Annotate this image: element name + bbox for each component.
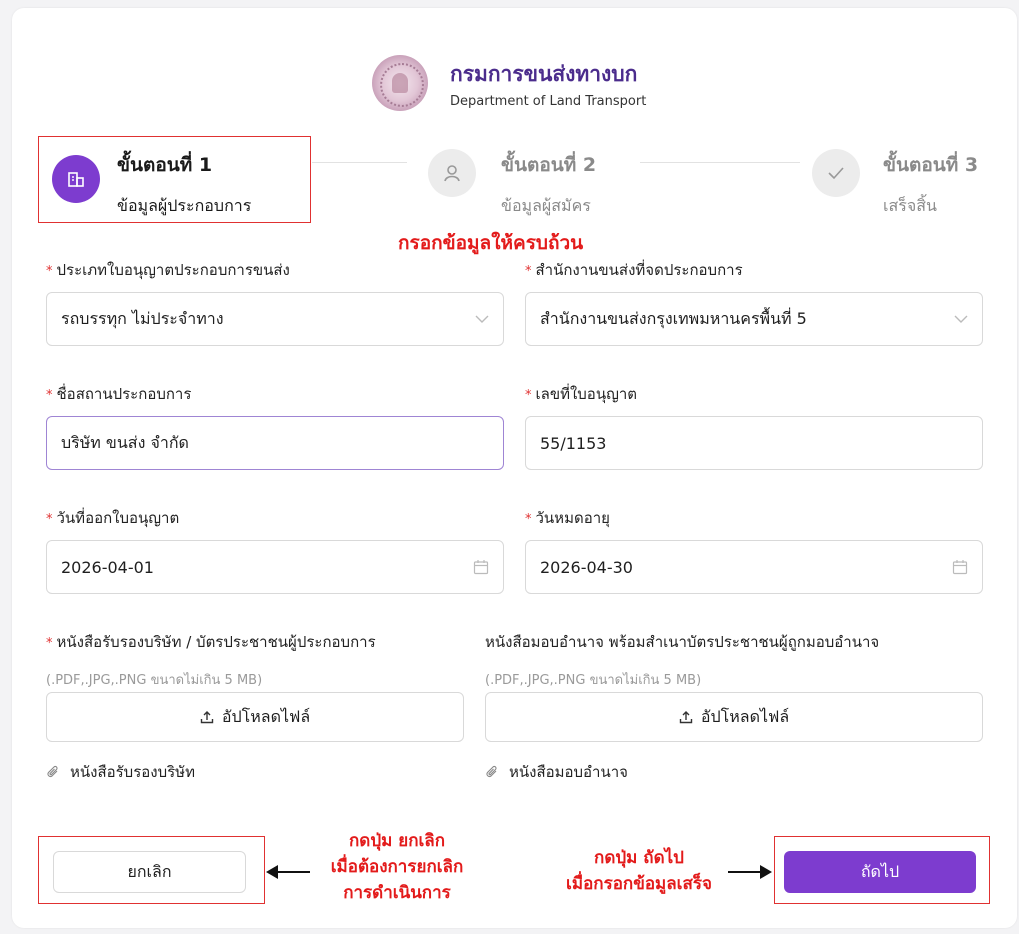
step-2-subtitle: ข้อมูลผู้สมัคร [501, 196, 591, 215]
cancel-annotation: กดปุ่ม ยกเลิก เมื่อต้องการยกเลิก การดำเน… [312, 828, 482, 906]
license-type-select[interactable]: รถบรรทุก ไม่ประจำทาง [46, 292, 504, 346]
office-value: สำนักงานขนส่งกรุงเทพมหานครพื้นที่ 5 [540, 308, 807, 328]
license-type-value: รถบรรทุก ไม่ประจำทาง [61, 308, 224, 328]
step-1-title: ขั้นตอนที่ 1 [117, 154, 213, 176]
doc-power-filename: หนังสือมอบอำนาจ [509, 763, 628, 781]
building-icon [52, 155, 100, 203]
calendar-icon [952, 560, 968, 575]
doc-company-label: * หนังสือรับรองบริษัท / บัตรประชาชนผู้ประ… [46, 633, 376, 651]
business-name-label: * ชื่อสถานประกอบการ [46, 385, 192, 403]
expiry-date-label: * วันหมดอายุ [525, 509, 610, 527]
business-name-value: บริษัท ขนส่ง จำกัด [61, 432, 189, 452]
cancel-annotation-line-1: กดปุ่ม ยกเลิก [348, 831, 446, 851]
paperclip-icon [486, 765, 497, 778]
calendar-icon [473, 560, 489, 575]
cancel-annotation-line-3: การดำเนินการ [343, 883, 451, 903]
dlt-seal-logo [372, 55, 428, 111]
paperclip-icon [47, 765, 58, 778]
cancel-annotation-line-2: เมื่อต้องการยกเลิก [330, 857, 464, 877]
license-no-input[interactable]: 55/1153 [525, 416, 983, 470]
business-name-input[interactable]: บริษัท ขนส่ง จำกัด [46, 416, 504, 470]
next-button[interactable]: ถัดไป [784, 851, 976, 893]
upload-icon [200, 711, 214, 724]
next-annotation-line-1: กดปุ่ม ถัดไป [594, 848, 684, 868]
next-annotation: กดปุ่ม ถัดไป เมื่อกรอกข้อมูลเสร็จ [548, 845, 730, 897]
expiry-date-value: 2026-04-30 [540, 557, 633, 577]
user-icon [428, 149, 476, 197]
doc-power-label: หนังสือมอบอำนาจ พร้อมสำเนาบัตรประชาชนผู้… [485, 633, 880, 651]
license-no-value: 55/1153 [540, 433, 607, 453]
upload-icon [679, 711, 693, 724]
org-name-en: Department of Land Transport [450, 94, 647, 109]
office-select[interactable]: สำนักงานขนส่งกรุงเทพมหานครพื้นที่ 5 [525, 292, 983, 346]
doc-company-upload-button[interactable]: อัปโหลดไฟล์ [46, 692, 464, 742]
fill-complete-annotation: กรอกข้อมูลให้ครบถ้วน [398, 232, 584, 254]
chevron-down-icon [954, 315, 968, 323]
expiry-date-picker[interactable]: 2026-04-30 [525, 540, 983, 594]
doc-company-upload-label: อัปโหลดไฟล์ [221, 706, 311, 726]
license-type-label: * ประเภทใบอนุญาตประกอบการขนส่ง [46, 261, 290, 279]
cancel-button[interactable]: ยกเลิก [53, 851, 246, 893]
doc-power-hint: (.PDF,.JPG,.PNG ขนาดไม่เกิน 5 MB) [485, 673, 702, 688]
doc-company-hint: (.PDF,.JPG,.PNG ขนาดไม่เกิน 5 MB) [46, 673, 263, 688]
doc-power-upload-label: อัปโหลดไฟล์ [700, 706, 790, 726]
doc-company-attachment[interactable]: หนังสือรับรองบริษัท [46, 760, 195, 784]
step-2-title: ขั้นตอนที่ 2 [501, 154, 597, 176]
license-no-label: * เลขที่ใบอนุญาต [525, 385, 638, 403]
chevron-down-icon [475, 315, 489, 323]
issue-date-value: 2026-04-01 [61, 557, 154, 577]
cancel-arrow [274, 871, 310, 873]
doc-power-upload-button[interactable]: อัปโหลดไฟล์ [485, 692, 983, 742]
next-arrow [728, 871, 764, 873]
step-1-subtitle: ข้อมูลผู้ประกอบการ [117, 196, 252, 215]
issue-date-label: * วันที่ออกใบอนุญาต [46, 509, 180, 527]
arrow-right-icon [760, 865, 772, 879]
office-label: * สำนักงานขนส่งที่จดประกอบการ [525, 261, 743, 279]
org-name-th: กรมการขนส่งทางบก [450, 62, 638, 86]
issue-date-picker[interactable]: 2026-04-01 [46, 540, 504, 594]
doc-company-filename: หนังสือรับรองบริษัท [70, 763, 195, 781]
step-connector-1 [312, 162, 407, 163]
step-connector-2 [640, 162, 800, 163]
check-icon [812, 149, 860, 197]
doc-power-attachment[interactable]: หนังสือมอบอำนาจ [485, 760, 628, 784]
step-3-title: ขั้นตอนที่ 3 [883, 154, 979, 176]
step-3-subtitle: เสร็จสิ้น [883, 196, 937, 215]
arrow-left-icon [266, 865, 278, 879]
next-annotation-line-2: เมื่อกรอกข้อมูลเสร็จ [566, 874, 712, 894]
